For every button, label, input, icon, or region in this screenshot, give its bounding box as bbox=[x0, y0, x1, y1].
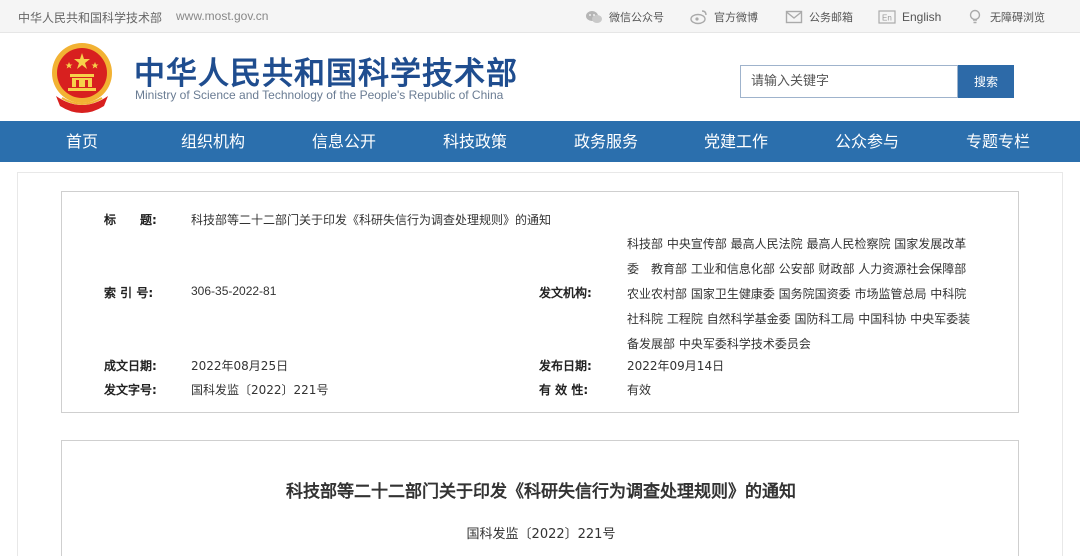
index-label: 索 引 号: bbox=[104, 286, 154, 300]
ministry-name-cn: 中华人民共和国科学技术部 bbox=[134, 56, 518, 92]
english-icon: En bbox=[878, 9, 896, 25]
written-date-label: 成文日期: bbox=[104, 359, 157, 373]
weibo-link[interactable]: 官方微博 bbox=[690, 8, 758, 26]
title-label: 标 题: bbox=[104, 213, 157, 227]
national-emblem-logo[interactable] bbox=[48, 40, 116, 114]
issuer-label: 发文机构: bbox=[539, 286, 592, 300]
site-url[interactable]: www.most.gov.cn bbox=[176, 9, 268, 23]
title-value: 科技部等二十二部门关于印发《科研失信行为调查处理规则》的通知 bbox=[191, 213, 552, 227]
validity-label: 有 效 性: bbox=[539, 383, 589, 397]
svg-text:En: En bbox=[882, 14, 892, 23]
site-header: 中华人民共和国科学技术部 Ministry of Science and Tec… bbox=[0, 34, 1080, 120]
published-date-value: 2022年09月14日 bbox=[627, 359, 725, 373]
weibo-label: 官方微博 bbox=[714, 11, 758, 24]
nav-item-special-topics[interactable]: 专题专栏 bbox=[966, 121, 1030, 162]
nav-item-policy[interactable]: 科技政策 bbox=[443, 121, 507, 162]
document-metadata-box: 标 题: 科技部等二十二部门关于印发《科研失信行为调查处理规则》的通知 索 引 … bbox=[61, 191, 1019, 413]
ministry-name-en: Ministry of Science and Technology of th… bbox=[135, 88, 504, 102]
validity-value: 有效 bbox=[627, 383, 652, 397]
accessibility-icon bbox=[966, 9, 984, 25]
search-button[interactable]: 搜索 bbox=[958, 65, 1014, 98]
nav-item-services[interactable]: 政务服务 bbox=[574, 121, 638, 162]
published-date-label: 发布日期: bbox=[539, 359, 592, 373]
document-body: 科技部等二十二部门关于印发《科研失信行为调查处理规则》的通知 国科发监〔2022… bbox=[61, 440, 1019, 556]
nav-item-party-building[interactable]: 党建工作 bbox=[704, 121, 768, 162]
document-number: 国科发监〔2022〕221号 bbox=[466, 527, 616, 542]
english-label: English bbox=[902, 10, 942, 24]
wechat-icon bbox=[585, 9, 603, 25]
wechat-label: 微信公众号 bbox=[609, 11, 664, 24]
english-link[interactable]: En English bbox=[878, 8, 941, 26]
mail-icon bbox=[785, 9, 803, 25]
mail-link[interactable]: 公务邮箱 bbox=[785, 8, 853, 26]
issuer-value: 科技部 中央宣传部 最高人民法院 最高人民检察院 国家发展改革委 教育部 工业和… bbox=[627, 237, 979, 351]
search-input[interactable] bbox=[740, 65, 958, 98]
index-value: 306-35-2022-81 bbox=[191, 284, 277, 298]
doc-number-label: 发文字号: bbox=[104, 383, 157, 397]
weibo-icon bbox=[690, 9, 708, 25]
mail-label: 公务邮箱 bbox=[809, 11, 853, 24]
nav-item-organization[interactable]: 组织机构 bbox=[181, 121, 245, 162]
accessibility-link[interactable]: 无障碍浏览 bbox=[966, 8, 1045, 26]
accessibility-label: 无障碍浏览 bbox=[990, 11, 1045, 24]
site-name: 中华人民共和国科学技术部 bbox=[18, 11, 163, 25]
wechat-link[interactable]: 微信公众号 bbox=[585, 8, 664, 26]
top-utility-bar: 中华人民共和国科学技术部 www.most.gov.cn 微信公众号 官方微博 … bbox=[0, 0, 1080, 33]
doc-number-value: 国科发监〔2022〕221号 bbox=[191, 383, 329, 397]
nav-item-home[interactable]: 首页 bbox=[66, 121, 98, 162]
document-title: 科技部等二十二部门关于印发《科研失信行为调查处理规则》的通知 bbox=[286, 482, 796, 502]
nav-item-info-disclosure[interactable]: 信息公开 bbox=[312, 121, 376, 162]
nav-item-public-participation[interactable]: 公众参与 bbox=[835, 121, 899, 162]
written-date-value: 2022年08月25日 bbox=[191, 359, 289, 373]
main-nav: 首页 组织机构 信息公开 科技政策 政务服务 党建工作 公众参与 专题专栏 bbox=[0, 121, 1080, 162]
